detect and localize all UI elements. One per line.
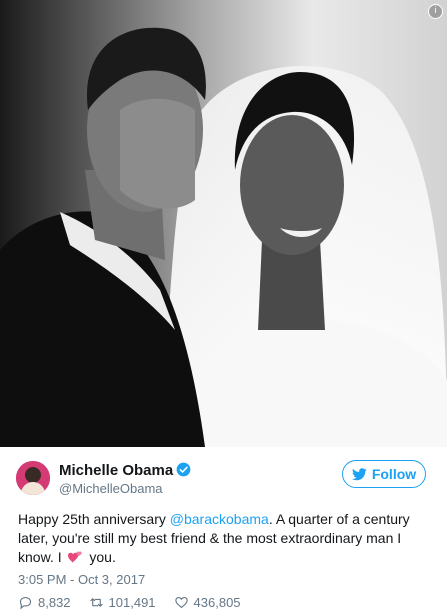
like-button[interactable]: 436,805 [174, 595, 241, 610]
tweet-actions: 8,832 101,491 436,805 [18, 595, 241, 610]
twitter-bird-icon [351, 467, 367, 480]
reply-button[interactable]: 8,832 [18, 595, 71, 610]
author-handle[interactable]: @MichelleObama [59, 481, 163, 496]
author-name[interactable]: Michelle Obama [59, 462, 173, 479]
avatar[interactable] [16, 461, 50, 495]
follow-button[interactable]: Follow [342, 460, 426, 488]
verified-badge-icon [176, 462, 191, 477]
retweet-button[interactable]: 101,491 [89, 595, 156, 610]
tweet-card: Michelle Obama @MichelleObama Follow Hap… [0, 447, 447, 610]
avatar-image [16, 461, 50, 495]
tweet-text-suffix: you. [85, 549, 116, 565]
tweet-photo[interactable]: i [0, 0, 447, 447]
tweet-timestamp[interactable]: 3:05 PM - Oct 3, 2017 [18, 572, 145, 587]
follow-label: Follow [371, 466, 417, 482]
tweet-text: Happy 25th anniversary @barackobama. A q… [18, 510, 428, 567]
mention-link[interactable]: @barackobama [170, 511, 269, 527]
retweet-count: 101,491 [108, 595, 156, 610]
reply-icon [19, 596, 32, 610]
heart-icon [174, 596, 188, 609]
wedding-photo [0, 0, 447, 447]
retweet-icon [89, 598, 103, 607]
reply-count: 8,832 [38, 595, 71, 610]
tweet-text-prefix: Happy 25th anniversary [18, 511, 170, 527]
two-hearts-emoji-icon [68, 551, 83, 563]
info-icon[interactable]: i [428, 4, 443, 19]
like-count: 436,805 [193, 595, 241, 610]
